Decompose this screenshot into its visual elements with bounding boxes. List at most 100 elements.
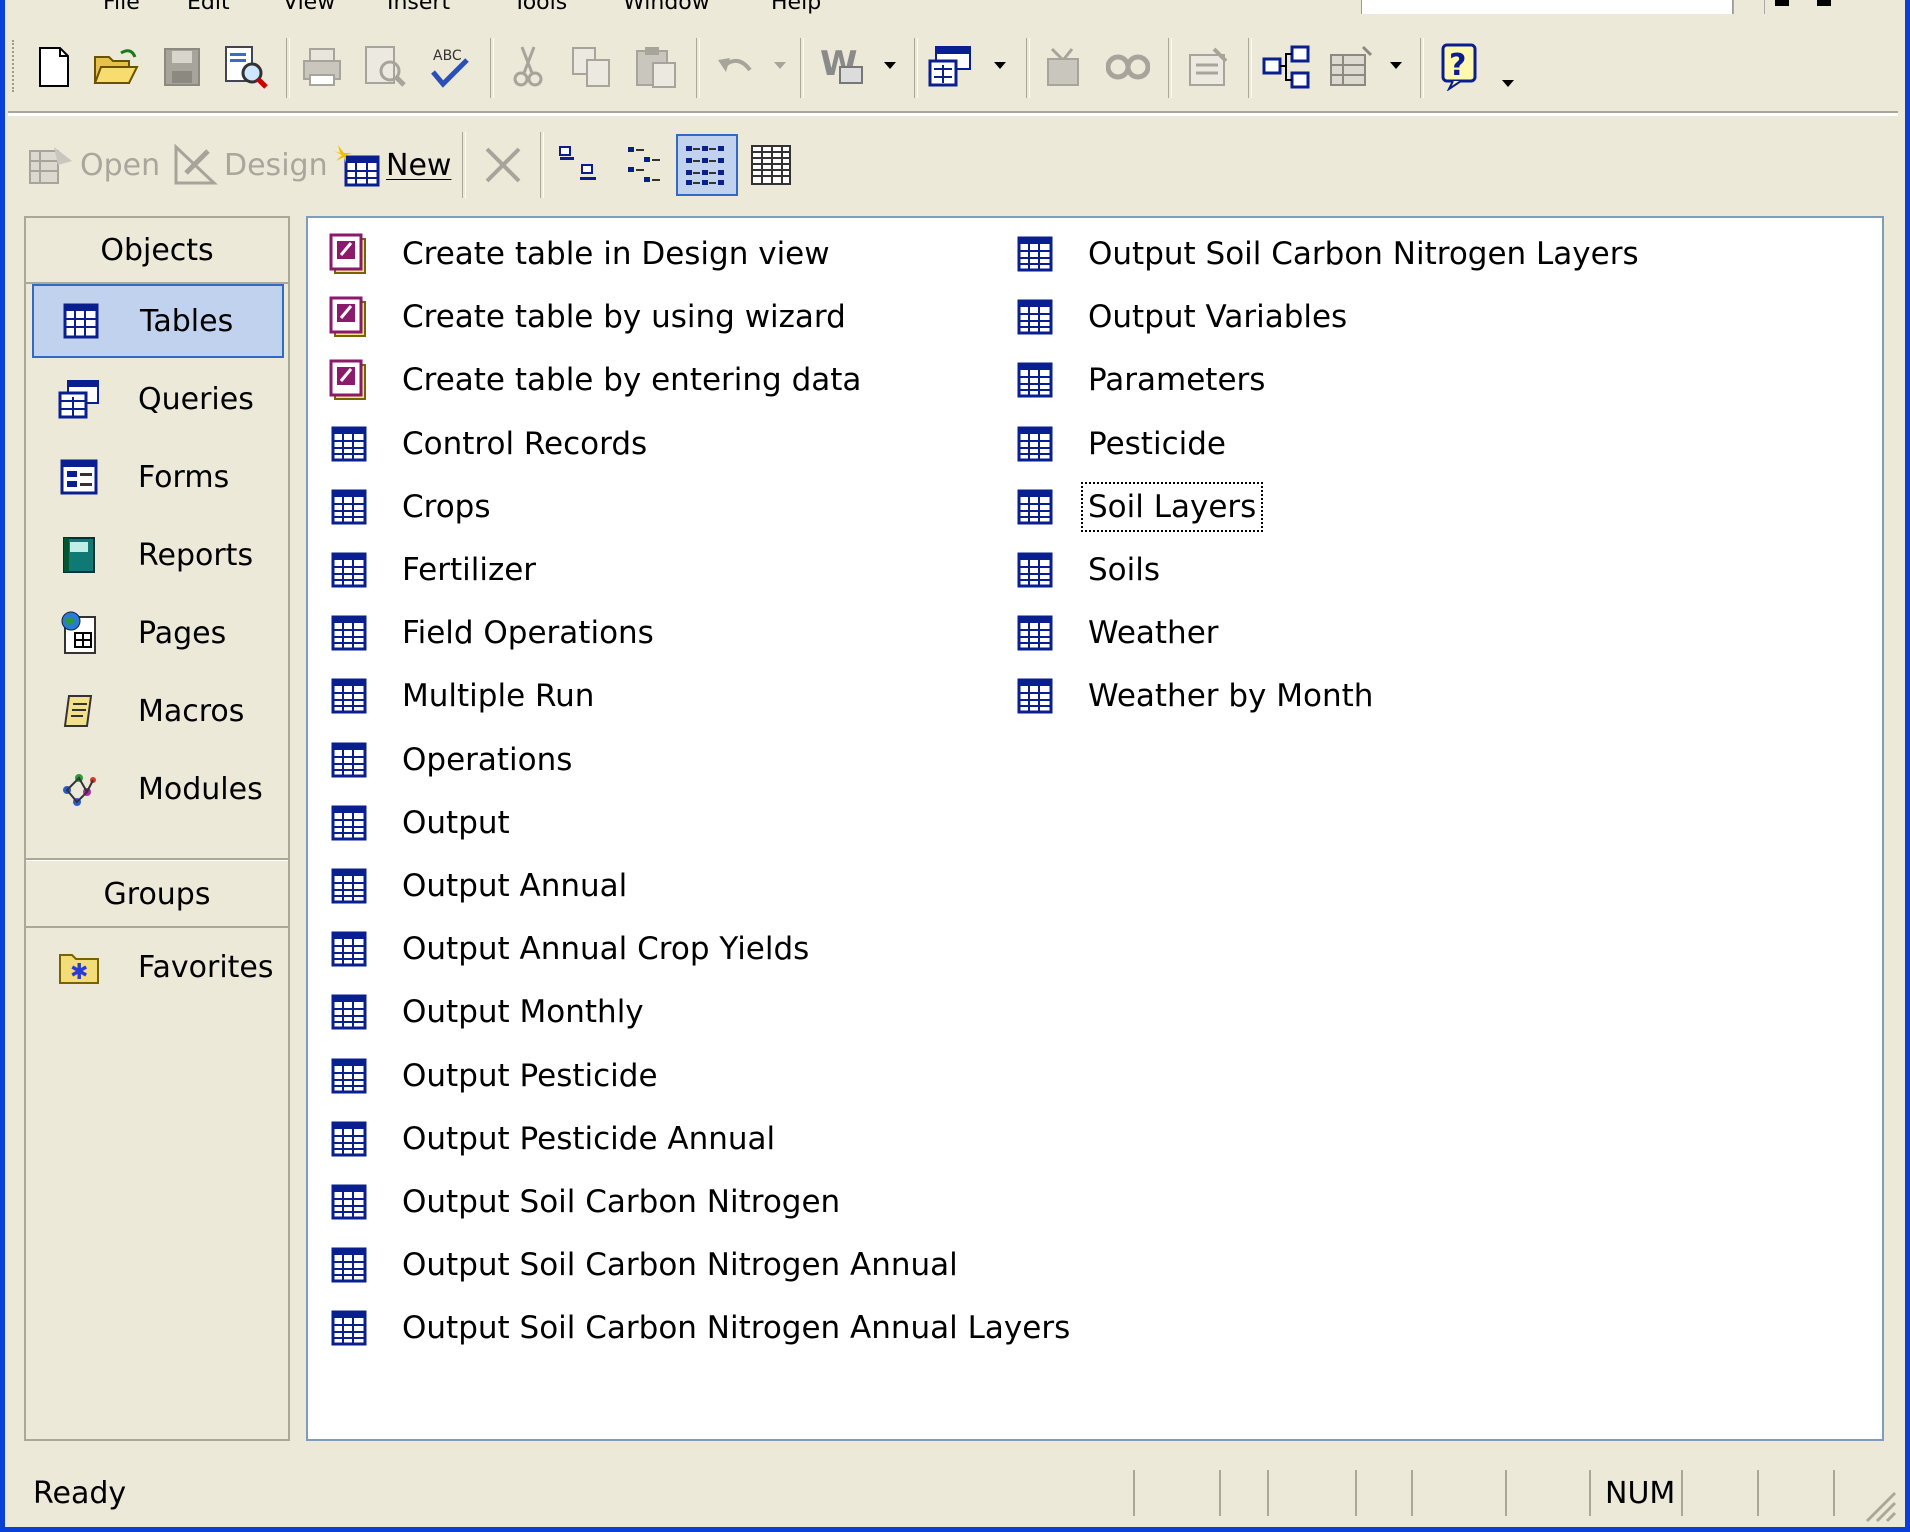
table-item[interactable]: Soil Layers bbox=[1010, 477, 1264, 537]
table-item[interactable]: Output Variables bbox=[1010, 287, 1349, 347]
table-item-label: Output Soil Carbon Nitrogen Layers bbox=[1088, 236, 1639, 272]
object-modules[interactable]: Modules bbox=[32, 752, 284, 826]
objects-header[interactable]: Objects bbox=[26, 218, 288, 284]
table-icon bbox=[324, 678, 374, 714]
table-icon bbox=[324, 1184, 374, 1220]
table-item[interactable]: Output Pesticide bbox=[324, 1046, 660, 1106]
table-icon bbox=[324, 615, 374, 651]
table-list: Create table in Design view Create table … bbox=[306, 216, 1884, 1441]
table-item[interactable]: Pesticide bbox=[1010, 414, 1228, 474]
menu-view[interactable]: View bbox=[283, 0, 335, 14]
table-item-label: Output Soil Carbon Nitrogen Annual bbox=[402, 1247, 958, 1284]
table-item-label: Output Annual bbox=[402, 868, 628, 904]
new-document-icon[interactable] bbox=[30, 42, 78, 92]
table-item[interactable]: Field Operations bbox=[324, 603, 656, 663]
table-item-label: Create table in Design view bbox=[402, 236, 830, 272]
design-icon bbox=[172, 143, 218, 187]
open-object-icon bbox=[28, 143, 74, 187]
file-search-icon[interactable] bbox=[222, 42, 270, 92]
object-forms[interactable]: Forms bbox=[32, 440, 284, 514]
resize-grip-icon[interactable] bbox=[1857, 1483, 1897, 1523]
status-text: Ready bbox=[33, 1476, 127, 1511]
open-button-label: Open bbox=[80, 147, 161, 183]
new-object-dropdown-icon[interactable] bbox=[1390, 62, 1402, 69]
print-icon bbox=[298, 42, 346, 92]
ask-question-input[interactable] bbox=[1361, 0, 1733, 14]
cut-icon bbox=[504, 42, 552, 92]
print-preview-icon bbox=[362, 42, 410, 92]
analyze-dropdown-icon[interactable] bbox=[994, 62, 1006, 69]
table-item[interactable]: Soils bbox=[1010, 540, 1162, 600]
menu-help[interactable]: Help bbox=[771, 0, 821, 14]
group-favorites[interactable]: ✱ Favorites bbox=[32, 930, 284, 1004]
table-item[interactable]: Output Soil Carbon Nitrogen Layers bbox=[1010, 224, 1641, 284]
office-links-dropdown-icon[interactable] bbox=[884, 62, 896, 69]
table-item[interactable]: Output Soil Carbon Nitrogen Annual bbox=[324, 1235, 960, 1295]
new-button[interactable]: New bbox=[332, 132, 451, 198]
restore-icon[interactable] bbox=[1817, 0, 1831, 6]
table-item[interactable]: Output Annual bbox=[324, 856, 629, 916]
object-macros[interactable]: Macros bbox=[32, 674, 284, 748]
open-folder-icon[interactable] bbox=[92, 42, 140, 92]
toolbar-grip[interactable] bbox=[12, 40, 18, 92]
spelling-icon[interactable]: ABC bbox=[426, 42, 474, 92]
table-item-label: Output Soil Carbon Nitrogen Annual Layer… bbox=[402, 1310, 1071, 1347]
objects-groups-divider bbox=[26, 858, 288, 861]
ask-question-dropdown[interactable] bbox=[1733, 0, 1765, 14]
office-links-icon[interactable]: W bbox=[818, 42, 866, 92]
relationships-icon[interactable] bbox=[1262, 42, 1310, 92]
table-item[interactable]: Output Soil Carbon Nitrogen bbox=[324, 1172, 842, 1232]
table-item[interactable]: Parameters bbox=[1010, 350, 1267, 410]
new-object-icon[interactable] bbox=[1326, 42, 1374, 92]
menu-edit[interactable]: Edit bbox=[187, 0, 230, 14]
list-view-icon[interactable] bbox=[676, 134, 738, 196]
object-queries[interactable]: Queries bbox=[32, 362, 284, 436]
minimize-icon[interactable] bbox=[1775, 0, 1789, 6]
status-num-lock: NUM bbox=[1605, 1476, 1676, 1511]
table-item[interactable]: Output Annual Crop Yields bbox=[324, 919, 811, 979]
table-item-label: Create table by entering data bbox=[402, 362, 862, 399]
menu-window[interactable]: Window bbox=[623, 0, 710, 14]
undo-dropdown-icon bbox=[774, 62, 786, 69]
table-item[interactable]: Crops bbox=[324, 477, 493, 537]
code-icon bbox=[1040, 42, 1088, 92]
details-view-icon[interactable] bbox=[740, 134, 802, 196]
svg-text:?: ? bbox=[1449, 48, 1466, 83]
large-icons-view-icon[interactable] bbox=[548, 134, 610, 196]
table-item[interactable]: Fertilizer bbox=[324, 540, 538, 600]
table-item[interactable]: Output Monthly bbox=[324, 982, 646, 1042]
table-item[interactable]: Output Pesticide Annual bbox=[324, 1109, 777, 1169]
table-item-label: Output Variables bbox=[1088, 299, 1348, 336]
table-item[interactable]: Output bbox=[324, 793, 512, 853]
list-shortcut-item[interactable]: Create table by entering data bbox=[324, 350, 863, 410]
reports-icon bbox=[52, 536, 106, 574]
help-icon[interactable]: ? bbox=[1438, 42, 1486, 92]
analyze-icon[interactable] bbox=[928, 42, 976, 92]
small-icons-view-icon[interactable] bbox=[614, 134, 676, 196]
table-item-label: Soil Layers bbox=[1080, 481, 1264, 532]
table-icon bbox=[1010, 426, 1060, 462]
list-shortcut-item[interactable]: Create table in Design view bbox=[324, 224, 832, 284]
table-icon bbox=[1010, 362, 1060, 398]
table-item-label: Soils bbox=[1088, 552, 1161, 588]
wizard-shortcut-icon bbox=[324, 296, 374, 338]
menu-insert[interactable]: Insert bbox=[387, 0, 450, 14]
list-shortcut-item[interactable]: Create table by using wizard bbox=[324, 287, 848, 347]
object-pages[interactable]: Pages bbox=[32, 596, 284, 670]
groups-header[interactable]: Groups bbox=[26, 862, 288, 928]
toolbar-options-icon[interactable] bbox=[1502, 80, 1514, 87]
table-item-label: Pesticide bbox=[1088, 425, 1226, 462]
menu-tools[interactable]: Tools bbox=[513, 0, 567, 14]
menu-file[interactable]: File bbox=[103, 0, 140, 14]
tables-icon bbox=[54, 303, 108, 339]
table-item[interactable]: Control Records bbox=[324, 414, 649, 474]
table-icon bbox=[1010, 552, 1060, 588]
table-item[interactable]: Multiple Run bbox=[324, 666, 596, 726]
table-item[interactable]: Weather bbox=[1010, 603, 1221, 663]
table-item[interactable]: Operations bbox=[324, 730, 574, 790]
table-item[interactable]: Output Soil Carbon Nitrogen Annual Layer… bbox=[324, 1298, 1072, 1358]
modules-icon bbox=[52, 768, 106, 810]
object-tables[interactable]: Tables bbox=[32, 284, 284, 358]
table-item[interactable]: Weather by Month bbox=[1010, 666, 1375, 726]
object-reports[interactable]: Reports bbox=[32, 518, 284, 592]
